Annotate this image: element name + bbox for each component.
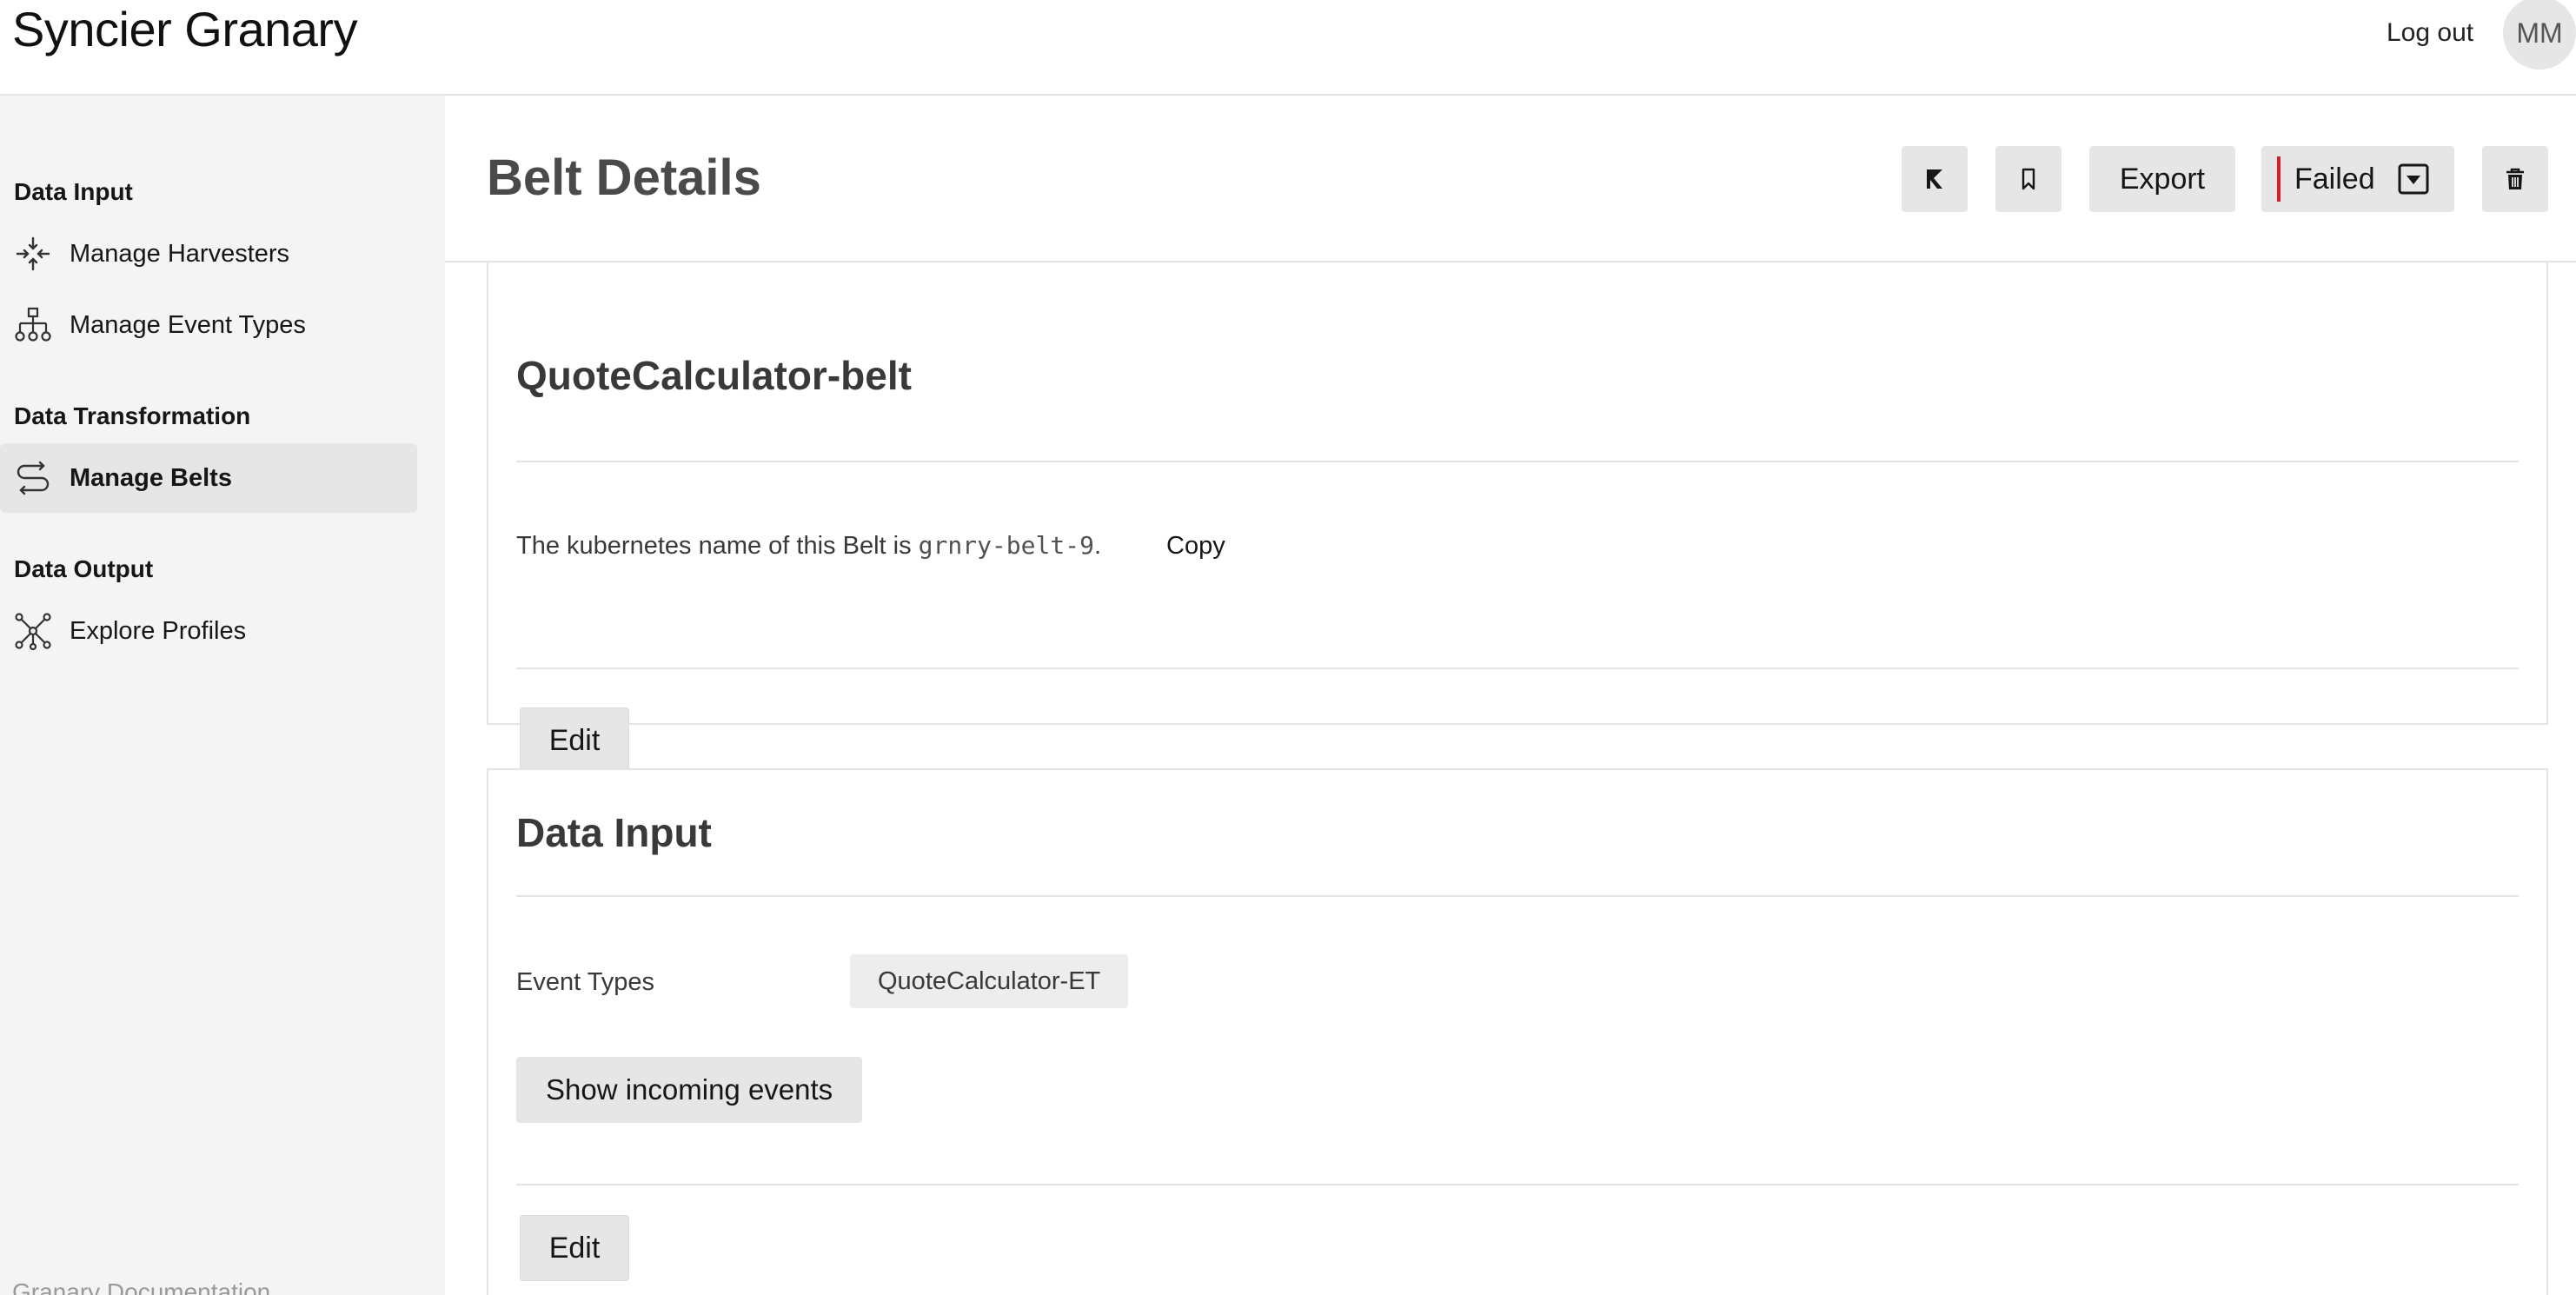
kubernetes-name-prefix: The kubernetes name of this Belt is — [516, 532, 919, 560]
sidebar-item-explore-profiles[interactable]: Explore Profiles — [0, 596, 417, 666]
harvester-icon — [16, 236, 50, 271]
copy-button[interactable]: Copy — [1166, 530, 1225, 561]
data-input-card: Data Input Event Types QuoteCalculator-E… — [487, 768, 2548, 1295]
logout-link[interactable]: Log out — [2387, 17, 2473, 49]
divider — [516, 895, 2519, 897]
sidebar-item-label: Explore Profiles — [70, 617, 247, 645]
status-indicator — [2277, 156, 2281, 202]
divider — [516, 461, 2519, 462]
divider — [516, 667, 2519, 669]
chevron-down-icon — [2398, 163, 2429, 195]
hierarchy-icon — [15, 307, 51, 342]
event-type-tag[interactable]: QuoteCalculator-ET — [850, 954, 1129, 1008]
status-label: Failed — [2294, 163, 2375, 196]
show-incoming-events-button[interactable]: Show incoming events — [516, 1057, 863, 1123]
documentation-link[interactable]: Granary Documentation — [12, 1278, 270, 1295]
bookmark-icon — [2022, 168, 2035, 190]
belt-name: QuoteCalculator-belt — [516, 353, 912, 398]
kubernetes-name-suffix: . — [1093, 532, 1101, 560]
sidebar: Data Input Manage Harvesters Manage Even… — [0, 96, 445, 1295]
sidebar-item-manage-event-types[interactable]: Manage Event Types — [0, 290, 417, 360]
network-icon — [15, 613, 51, 650]
sidebar-heading-data-input: Data Input — [14, 178, 133, 205]
kubernetes-name-value: grnry-belt-9 — [918, 531, 1094, 560]
data-input-title: Data Input — [516, 810, 712, 855]
delete-button[interactable] — [2482, 146, 2548, 212]
sidebar-item-manage-harvesters[interactable]: Manage Harvesters — [0, 219, 417, 289]
kubernetes-name-text: The kubernetes name of this Belt is grnr… — [516, 530, 1101, 561]
app-title[interactable]: Syncier Granary — [12, 0, 358, 59]
sidebar-item-label: Manage Belts — [70, 464, 232, 492]
top-header: Syncier Granary Log out MM — [0, 0, 2576, 96]
status-dropdown[interactable]: Failed — [2261, 146, 2454, 212]
sidebar-item-label: Manage Harvesters — [70, 240, 290, 268]
belt-info-card: QuoteCalculator-belt The kubernetes name… — [487, 200, 2548, 774]
divider — [516, 1184, 2519, 1185]
kafka-button[interactable] — [1902, 146, 1968, 212]
sidebar-heading-data-output: Data Output — [14, 555, 154, 582]
main-content: Belt Details Export Failed QuoteCalculat… — [445, 96, 2576, 1295]
sidebar-item-manage-belts[interactable]: Manage Belts — [0, 443, 417, 513]
page-header: Belt Details Export Failed — [445, 96, 2576, 262]
kafka-icon — [1927, 169, 1942, 189]
edit-belt-button[interactable]: Edit — [520, 707, 629, 774]
edit-data-input-button[interactable]: Edit — [520, 1215, 629, 1281]
sidebar-heading-data-transformation: Data Transformation — [14, 402, 251, 429]
user-avatar[interactable]: MM — [2503, 0, 2576, 70]
event-types-label: Event Types — [516, 968, 655, 996]
belt-route-icon — [17, 461, 50, 495]
bookmark-button[interactable] — [1995, 146, 2061, 212]
sidebar-item-label: Manage Event Types — [70, 311, 306, 339]
page-title: Belt Details — [487, 149, 761, 206]
export-label: Export — [2119, 162, 2206, 196]
export-button[interactable]: Export — [2089, 146, 2235, 212]
trash-icon — [2506, 168, 2524, 189]
